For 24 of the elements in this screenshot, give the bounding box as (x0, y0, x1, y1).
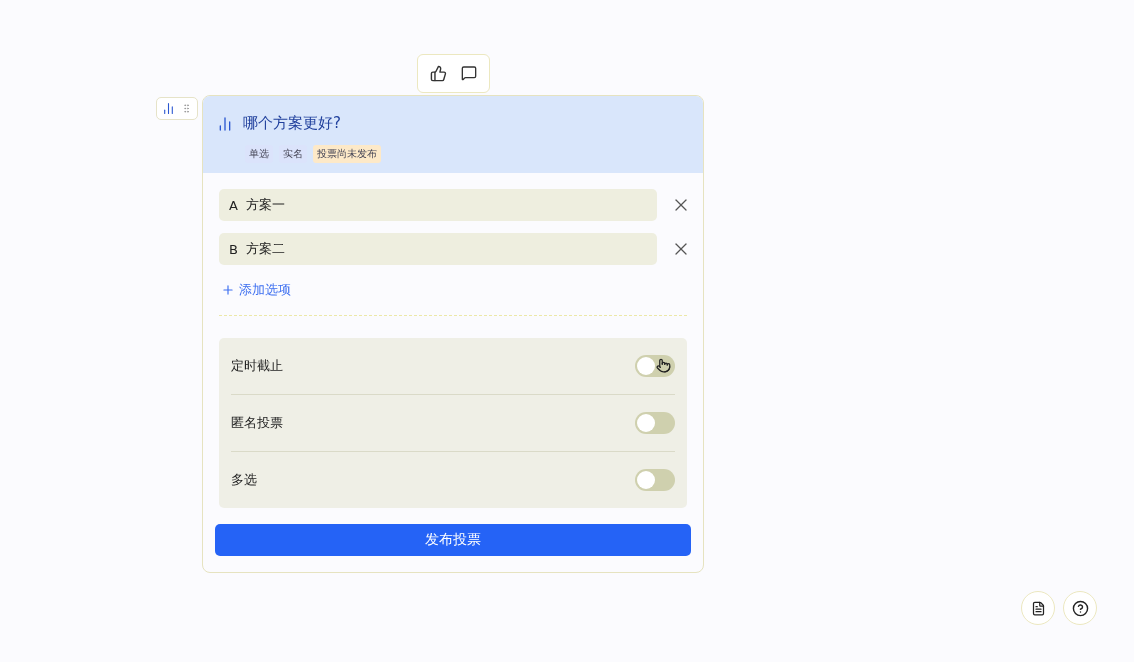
bar-chart-icon (217, 115, 233, 132)
option-field[interactable]: A 方案一 (219, 189, 657, 221)
help-icon (1071, 599, 1089, 617)
comment-icon[interactable] (460, 65, 477, 82)
plus-icon (221, 283, 235, 297)
help-button[interactable] (1063, 591, 1097, 625)
setting-label: 多选 (231, 471, 257, 489)
toggle-switch[interactable] (635, 469, 675, 491)
poll-tag: 投票尚未发布 (313, 145, 381, 163)
drag-handle-icon[interactable] (181, 103, 192, 114)
add-option-link[interactable]: 添加选项 (215, 277, 297, 303)
document-comment-button[interactable] (1021, 591, 1055, 625)
document-icon (1030, 600, 1046, 616)
publish-button[interactable]: 发布投票 (215, 524, 691, 556)
poll-title: 哪个方案更好? (243, 114, 341, 133)
block-handle[interactable] (156, 97, 198, 120)
setting-label: 定时截止 (231, 357, 283, 375)
setting-label: 匿名投票 (231, 414, 283, 432)
option-field[interactable]: B 方案二 (219, 233, 657, 265)
bar-chart-icon (162, 102, 175, 115)
toggle-switch[interactable] (635, 355, 675, 377)
toggle-switch[interactable] (635, 412, 675, 434)
thumbs-up-icon[interactable] (429, 65, 447, 82)
hand-cursor-icon (656, 358, 671, 373)
